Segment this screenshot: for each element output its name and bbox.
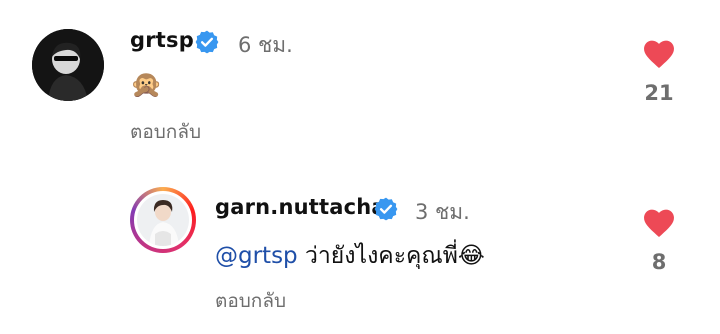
reply-button[interactable]: ตอบกลับ [130,117,201,147]
mention-link[interactable]: @grtsp [215,243,298,269]
comment-text: ว่ายังไงคะคุณพี่😂 [304,243,485,269]
comment-time: 6 ชม. [238,33,293,57]
like-count: 21 [644,81,674,105]
comment-time: 3 ชม. [415,200,470,224]
comment-username[interactable]: grtsp [130,28,194,52]
verified-badge-icon [374,197,398,221]
heart-icon[interactable] [641,206,677,238]
comment-body: @grtsp ว่ายังไงคะคุณพี่😂 [215,238,485,274]
avatar[interactable] [134,191,192,249]
avatar-image [137,194,189,246]
like-count: 8 [651,250,667,274]
heart-icon[interactable] [641,37,677,69]
avatar-image [32,29,104,101]
comment-text: 🙊 [130,70,163,100]
comment-username[interactable]: garn.nuttacha [215,195,386,219]
verified-badge-icon [195,30,219,54]
reply-button[interactable]: ตอบกลับ [215,286,286,316]
avatar[interactable] [32,29,104,101]
